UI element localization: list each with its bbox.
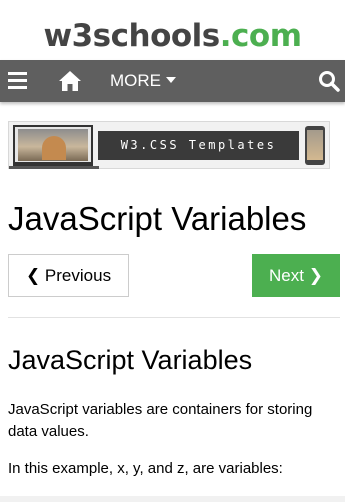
site-logo[interactable]: w3schools.com [0, 14, 345, 58]
hamburger-icon[interactable] [8, 72, 27, 90]
logo-bar: w3schools.com [0, 0, 345, 60]
top-navbar: MORE [0, 60, 345, 102]
search-icon[interactable] [318, 70, 340, 92]
phone-image [305, 126, 325, 165]
logo-main-text: w3schools [43, 18, 220, 54]
divider [8, 317, 340, 318]
page-title: JavaScript Variables [8, 200, 307, 237]
previous-button[interactable]: ❮ Previous [8, 254, 129, 297]
section-title: JavaScript Variables [8, 345, 253, 375]
example-paragraph: In this example, x, y, and z, are variab… [8, 460, 283, 477]
next-label: Next [269, 266, 304, 285]
more-menu-button[interactable]: MORE [110, 60, 176, 102]
home-icon[interactable] [58, 70, 82, 92]
previous-label: Previous [44, 266, 112, 285]
logo-tld-text: .com [219, 18, 302, 54]
intro-paragraph: JavaScript variables are containers for … [8, 401, 313, 440]
code-example-box [0, 496, 345, 502]
laptop-image [13, 125, 93, 166]
ad-banner[interactable]: W3.CSS Templates [8, 121, 330, 169]
laptop-base [9, 166, 99, 169]
caret-down-icon [166, 77, 176, 83]
more-label: MORE [110, 71, 161, 90]
ad-banner-text: W3.CSS Templates [98, 131, 299, 160]
next-button[interactable]: Next ❯ [252, 254, 340, 297]
chevron-right-icon: ❯ [308, 266, 323, 285]
chevron-left-icon: ❮ [25, 266, 41, 285]
